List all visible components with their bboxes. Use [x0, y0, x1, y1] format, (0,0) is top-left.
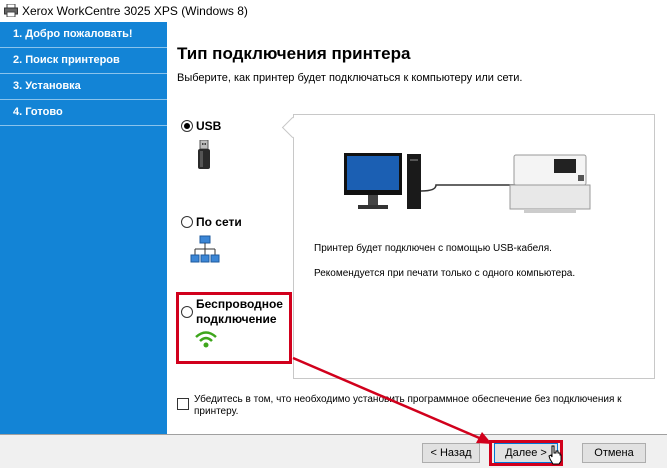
cancel-button[interactable]: Отмена	[582, 443, 646, 463]
step-install: 3. Установка	[0, 74, 167, 100]
usb-radio[interactable]	[181, 120, 193, 132]
page-subtitle: Выберите, как принтер будет подключаться…	[177, 72, 523, 84]
step-welcome: 1. Добро пожаловать!	[0, 22, 167, 48]
install-without-connection-checkbox[interactable]	[177, 398, 189, 410]
printer-app-icon	[4, 4, 18, 17]
usb-icon	[198, 140, 210, 169]
connection-description-panel: Принтер будет подключен с помощью USB-ка…	[293, 114, 655, 379]
wizard-steps-sidebar: 1. Добро пожаловать! 2. Поиск принтеров …	[0, 22, 167, 434]
hand-cursor-icon	[548, 445, 562, 465]
main-content: Тип подключения принтера Выберите, как п…	[167, 22, 667, 434]
step-find-printers: 2. Поиск принтеров	[0, 48, 167, 74]
usb-option-label: USB	[196, 119, 222, 133]
window-title: Xerox WorkCentre 3025 XPS (Windows 8)	[22, 4, 248, 18]
page-title: Тип подключения принтера	[177, 44, 411, 63]
step-done: 4. Готово	[0, 100, 167, 126]
install-without-connection-label: Убедитесь в том, что необходимо установи…	[194, 394, 622, 417]
wireless-option-highlight	[176, 292, 292, 364]
network-icon	[190, 235, 220, 263]
network-radio[interactable]	[181, 216, 193, 228]
network-option-label: По сети	[196, 215, 242, 229]
back-button[interactable]: < Назад	[422, 443, 480, 463]
connection-recommendation: Рекомендуется при печати только с одного…	[314, 268, 576, 279]
usb-connection-illustration	[344, 153, 591, 213]
title-bar: Xerox WorkCentre 3025 XPS (Windows 8)	[0, 0, 667, 22]
connection-description: Принтер будет подключен с помощью USB-ка…	[314, 243, 552, 254]
button-bar: < Назад Далее > Отмена	[0, 435, 667, 468]
